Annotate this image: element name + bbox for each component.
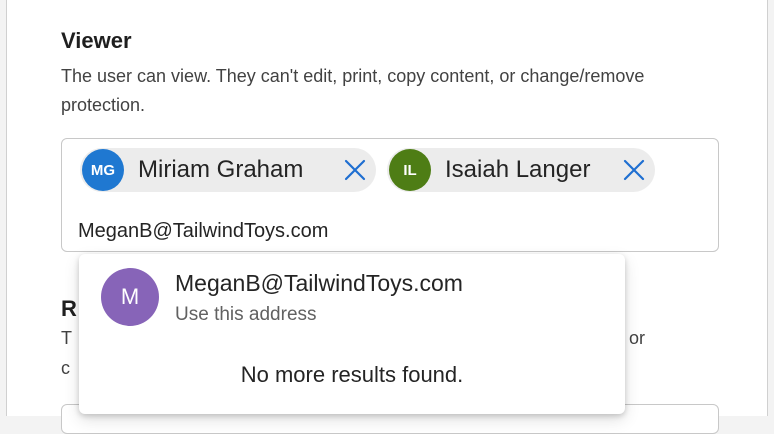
avatar: IL [389,149,431,191]
remove-miriam-graham-button[interactable] [342,157,368,183]
people-picker[interactable]: MG Miriam Graham IL Isaiah Langer [61,138,719,252]
suggestion-subtitle: Use this address [175,304,317,325]
viewer-description: The user can view. They can't edit, prin… [61,66,645,115]
viewer-title: Viewer [61,28,132,53]
suggestion-email: MeganB@TailwindToys.com [175,270,463,296]
next-section-description-tail: or [629,328,646,348]
person-chip-isaiah-langer[interactable]: IL Isaiah Langer [387,148,655,192]
next-section-description-line2: c [61,358,70,378]
chip-name: Miriam Graham [138,156,304,183]
next-section-description: T [61,328,72,348]
next-section-title: R [61,296,77,321]
person-chip-miriam-graham[interactable]: MG Miriam Graham [80,148,376,192]
no-results-message: No more results found. [240,362,464,387]
remove-isaiah-langer-button[interactable] [621,157,647,183]
suggestion-use-address[interactable]: M MeganB@TailwindToys.com Use this addre… [79,260,625,338]
avatar: M [101,268,159,326]
close-icon[interactable] [343,158,367,182]
close-icon[interactable] [622,158,646,182]
people-search-input[interactable] [78,217,678,245]
suggestions-dropdown: M MeganB@TailwindToys.com Use this addre… [79,254,625,414]
avatar: MG [82,149,124,191]
permissions-panel: Viewer The user can view. They can't edi… [6,0,768,434]
chip-name: Isaiah Langer [445,156,591,183]
